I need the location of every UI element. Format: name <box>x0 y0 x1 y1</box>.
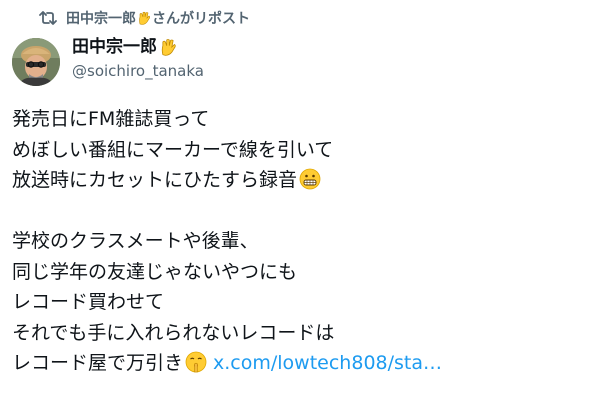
vulcan-salute-icon <box>137 11 151 25</box>
display-name-row[interactable]: 田中宗一郎 <box>72 36 204 58</box>
tweet-line: レコード買わせて <box>12 291 165 313</box>
tweet[interactable]: 田中宗一郎 さんがリポスト 田中宗一郎 @soichiro_tanaka 発売日… <box>0 0 593 406</box>
tweet-line: めぼしい番組にマーカーで線を引いて <box>12 138 334 161</box>
tweet-line: それでも手に入れられないレコードは <box>12 321 335 344</box>
repost-context[interactable]: 田中宗一郎 さんがリポスト <box>38 8 250 28</box>
tweet-text: 発売日にFM雑誌買って めぼしい番組にマーカーで線を引いて 放送時にカセットにひ… <box>12 104 582 379</box>
author-info[interactable]: 田中宗一郎 @soichiro_tanaka <box>72 36 204 82</box>
repost-suffix: さんがリポスト <box>152 11 250 27</box>
grimacing-face-icon <box>299 168 321 190</box>
repost-icon <box>38 9 58 27</box>
repost-name[interactable]: 田中宗一郎 <box>66 8 136 28</box>
user-handle[interactable]: @soichiro_tanaka <box>72 60 204 82</box>
tweet-line: レコード屋で万引き x.com/lowtech808/sta… <box>12 351 443 374</box>
display-name[interactable]: 田中宗一郎 <box>72 36 157 58</box>
tweet-link[interactable]: x.com/lowtech808/sta… <box>213 352 442 374</box>
avatar-image <box>12 38 60 86</box>
tweet-line: 発売日にFM雑誌買って <box>12 108 210 130</box>
tweet-line: 同じ学年の友達じゃないやつにも <box>12 260 298 283</box>
shushing-face-icon <box>185 351 207 373</box>
tweet-line: 学校のクラスメートや後輩、 <box>12 230 259 252</box>
vulcan-salute-icon <box>159 38 177 56</box>
tweet-line: 放送時にカセットにひたすら録音 <box>12 165 582 196</box>
avatar[interactable] <box>12 38 60 86</box>
